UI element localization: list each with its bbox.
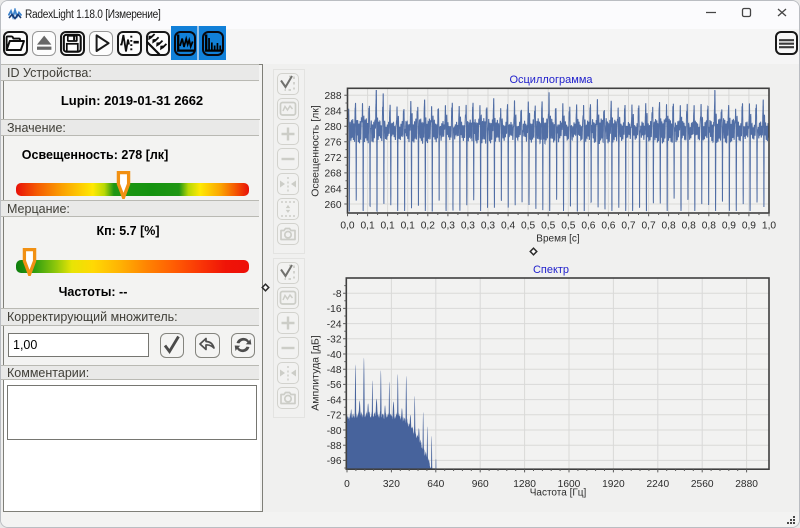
svg-text:0,7: 0,7 (621, 221, 635, 232)
svg-text:0,3: 0,3 (441, 221, 455, 232)
svg-text:260: 260 (325, 200, 342, 211)
svg-text:0,6: 0,6 (581, 221, 595, 232)
svg-text:0,0: 0,0 (340, 221, 354, 232)
svg-text:-64: -64 (327, 395, 342, 406)
svg-text:0,4: 0,4 (501, 221, 515, 232)
svg-text:272: 272 (325, 153, 342, 164)
svg-text:264: 264 (325, 184, 342, 195)
svg-text:-40: -40 (327, 350, 342, 361)
svg-text:960: 960 (472, 479, 489, 490)
svg-text:284: 284 (325, 107, 342, 118)
svg-text:0,6: 0,6 (601, 221, 615, 232)
svg-text:0,1: 0,1 (381, 221, 395, 232)
svg-text:-8: -8 (332, 289, 341, 300)
svg-text:0,8: 0,8 (662, 221, 676, 232)
svg-text:288: 288 (325, 91, 342, 102)
svg-text:0,1: 0,1 (401, 221, 415, 232)
svg-text:0,9: 0,9 (742, 221, 756, 232)
svg-text:2240: 2240 (646, 479, 669, 490)
svg-text:Освещенность [лк]: Освещенность [лк] (310, 105, 322, 197)
svg-text:-96: -96 (327, 456, 342, 467)
svg-text:0,8: 0,8 (682, 221, 696, 232)
svg-text:Частота [Гц]: Частота [Гц] (530, 488, 587, 499)
svg-text:-88: -88 (327, 441, 342, 452)
svg-text:0,3: 0,3 (481, 221, 495, 232)
svg-text:0,3: 0,3 (461, 221, 475, 232)
svg-text:276: 276 (325, 138, 342, 149)
svg-text:0: 0 (344, 479, 350, 490)
svg-text:0,5: 0,5 (541, 221, 555, 232)
svg-text:2880: 2880 (735, 479, 758, 490)
svg-text:Спектр: Спектр (533, 264, 569, 276)
svg-text:0,1: 0,1 (361, 221, 375, 232)
svg-text:0,5: 0,5 (561, 221, 575, 232)
svg-text:0,9: 0,9 (722, 221, 736, 232)
svg-text:-16: -16 (327, 304, 342, 315)
svg-text:0,8: 0,8 (702, 221, 716, 232)
svg-text:-80: -80 (327, 426, 342, 437)
svg-text:-56: -56 (327, 380, 342, 391)
svg-text:280: 280 (325, 122, 342, 133)
svg-text:-24: -24 (327, 319, 342, 330)
svg-text:-32: -32 (327, 335, 342, 346)
svg-text:268: 268 (325, 169, 342, 180)
svg-text:2560: 2560 (691, 479, 714, 490)
svg-text:320: 320 (383, 479, 400, 490)
svg-text:1,0: 1,0 (762, 221, 776, 232)
svg-text:-48: -48 (327, 365, 342, 376)
svg-text:0,7: 0,7 (642, 221, 656, 232)
svg-text:0,2: 0,2 (421, 221, 435, 232)
svg-text:Амплитуда [дБ]: Амплитуда [дБ] (310, 335, 322, 411)
svg-text:Осциллограмма: Осциллограмма (509, 74, 593, 86)
svg-text:0,5: 0,5 (521, 221, 535, 232)
svg-text:1920: 1920 (602, 479, 625, 490)
svg-text:640: 640 (427, 479, 444, 490)
svg-text:Время [с]: Время [с] (536, 234, 580, 245)
svg-text:-72: -72 (327, 411, 342, 422)
